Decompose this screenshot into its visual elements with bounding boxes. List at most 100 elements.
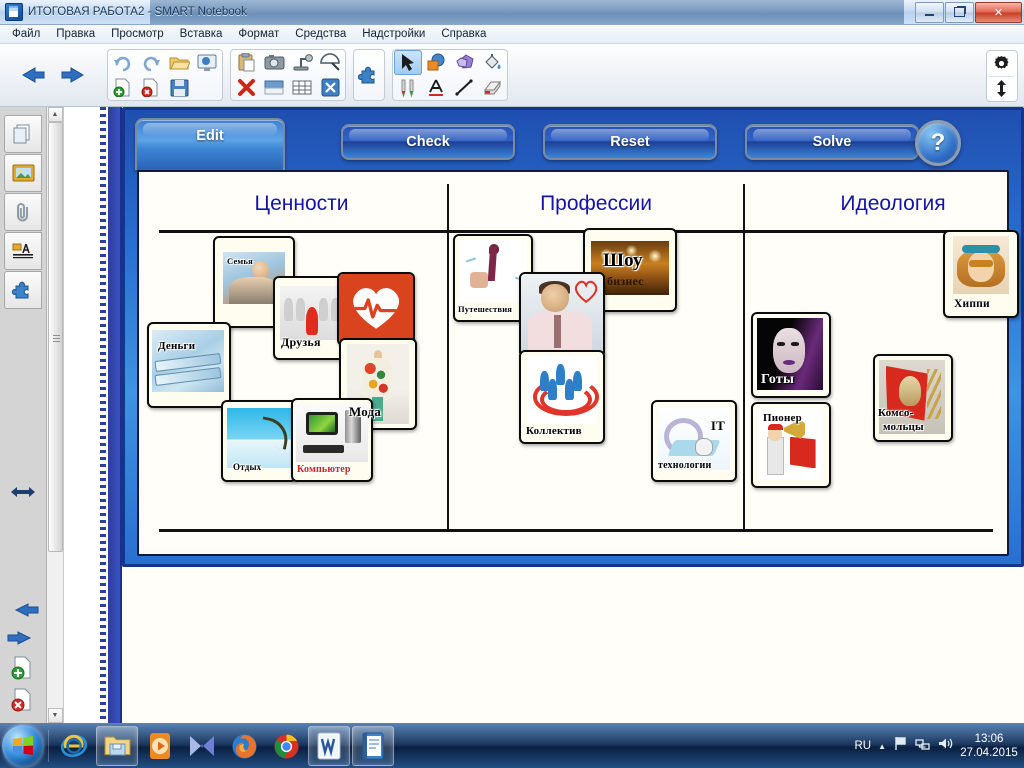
screen-capture-icon[interactable] bbox=[260, 50, 288, 75]
add-page-icon[interactable] bbox=[109, 75, 137, 100]
start-orb-icon[interactable] bbox=[2, 725, 44, 767]
restore-button[interactable] bbox=[945, 1, 974, 23]
document-camera-icon[interactable] bbox=[288, 50, 316, 75]
menu-bar: Файл Правка Просмотр Вставка Формат Сред… bbox=[0, 25, 1024, 44]
redo-icon[interactable] bbox=[137, 50, 165, 75]
tab-reset[interactable]: Reset bbox=[543, 124, 717, 160]
sidebar-previous-page-icon[interactable] bbox=[7, 600, 39, 625]
select-tool-icon[interactable] bbox=[394, 50, 422, 75]
tab-solve-label: Solve bbox=[812, 134, 852, 150]
delete-icon[interactable] bbox=[232, 75, 260, 100]
card-hippie-label: Хиппи bbox=[954, 298, 990, 310]
man-with-phone-photo bbox=[521, 274, 603, 356]
card-komsomol[interactable]: Комсо- мольцы bbox=[873, 354, 953, 442]
menu-edit[interactable]: Правка bbox=[48, 27, 103, 41]
undo-icon[interactable] bbox=[109, 50, 137, 75]
menu-addons[interactable]: Надстройки bbox=[354, 27, 433, 41]
menu-format[interactable]: Формат bbox=[230, 27, 287, 41]
lesson-tab-row: Edit Check Reset Solve ? bbox=[135, 118, 967, 170]
smart-exchange-icon[interactable] bbox=[316, 75, 344, 100]
scroll-down-arrow-icon[interactable]: ▼ bbox=[47, 708, 63, 723]
card-show-business-label-line1: Шоу bbox=[603, 250, 643, 271]
open-file-icon[interactable] bbox=[165, 50, 193, 75]
taskbar-media-player[interactable] bbox=[140, 727, 180, 765]
taskbar-internet-explorer[interactable] bbox=[54, 727, 94, 765]
save-icon[interactable] bbox=[165, 75, 193, 100]
eraser-tool-icon[interactable] bbox=[478, 75, 506, 100]
taskbar-word[interactable] bbox=[308, 726, 350, 766]
language-indicator[interactable]: RU bbox=[854, 740, 871, 752]
action-center-flag-icon[interactable] bbox=[893, 736, 908, 756]
close-button[interactable]: ✕ bbox=[975, 1, 1022, 23]
tab-edit[interactable]: Edit bbox=[135, 118, 285, 170]
page-scrollbar[interactable]: ▲ ▼ bbox=[47, 107, 64, 723]
taskbar-firefox[interactable] bbox=[224, 727, 264, 765]
scroll-up-arrow-icon[interactable]: ▲ bbox=[47, 107, 63, 122]
help-button[interactable]: ? bbox=[915, 120, 961, 166]
lesson-activity-frame: Edit Check Reset Solve ? Ценности Профес… bbox=[122, 107, 1024, 567]
taskbar-movie-maker[interactable] bbox=[182, 727, 222, 765]
column-heading-professions: Профессии bbox=[540, 192, 652, 215]
next-page-arrow-icon[interactable] bbox=[53, 50, 99, 100]
card-team[interactable]: Коллектив bbox=[519, 350, 605, 444]
move-toolbar-updown-icon[interactable] bbox=[987, 77, 1015, 102]
paste-icon[interactable] bbox=[232, 50, 260, 75]
measurement-tools-icon[interactable] bbox=[316, 50, 344, 75]
scrollbar-track[interactable] bbox=[47, 122, 63, 708]
card-pioneer[interactable]: Пионер bbox=[751, 402, 831, 488]
sidebar-item-add-ons[interactable] bbox=[4, 271, 42, 309]
network-icon[interactable] bbox=[915, 736, 930, 756]
sidebar-item-page-sorter[interactable] bbox=[4, 115, 42, 153]
sidebar-item-attachments[interactable] bbox=[4, 193, 42, 231]
menu-tools[interactable]: Средства bbox=[287, 27, 354, 41]
shapes-tool-icon[interactable] bbox=[422, 50, 450, 75]
card-travel-label: Путешествия bbox=[458, 304, 513, 314]
card-money[interactable]: Деньги bbox=[147, 322, 231, 408]
taskbar-windows-explorer[interactable] bbox=[96, 726, 138, 766]
previous-page-arrow-icon[interactable] bbox=[7, 50, 53, 100]
card-health[interactable] bbox=[337, 272, 415, 346]
customize-toolbar-gear-icon[interactable] bbox=[987, 51, 1015, 77]
tab-solve[interactable]: Solve bbox=[745, 124, 919, 160]
table-icon[interactable] bbox=[288, 75, 316, 100]
fill-tool-icon[interactable] bbox=[478, 50, 506, 75]
lesson-page[interactable]: Edit Check Reset Solve ? Ценности Профес… bbox=[120, 107, 1024, 723]
show-hide-screen-shade-icon[interactable] bbox=[260, 75, 288, 100]
menu-help[interactable]: Справка bbox=[433, 27, 494, 41]
card-komsomol-label-line2: мольцы bbox=[883, 421, 924, 433]
menu-file[interactable]: Файл bbox=[4, 27, 48, 41]
title-bar: ИТОГОВАЯ РАБОТА2 - SMART Notebook ✕ bbox=[0, 0, 1024, 25]
text-tool-icon[interactable] bbox=[422, 75, 450, 100]
menu-view[interactable]: Просмотр bbox=[103, 27, 172, 41]
volume-icon[interactable] bbox=[937, 736, 953, 756]
card-goth[interactable]: Готы bbox=[751, 312, 831, 398]
minimize-button[interactable] bbox=[915, 1, 944, 23]
activity-stage[interactable]: Ценности Профессии Идеология Семья Друзь… bbox=[137, 170, 1019, 556]
card-leisure[interactable]: Отдых bbox=[221, 400, 297, 482]
taskbar-smart-notebook[interactable] bbox=[352, 726, 394, 766]
taskbar-chrome[interactable] bbox=[266, 727, 306, 765]
screen-shade-icon[interactable] bbox=[193, 50, 221, 75]
delete-page-icon[interactable] bbox=[137, 75, 165, 100]
menu-insert[interactable]: Вставка bbox=[172, 27, 231, 41]
card-fashion[interactable]: Мода bbox=[339, 338, 417, 430]
pens-tool-icon[interactable] bbox=[394, 75, 422, 100]
scrollbar-thumb[interactable] bbox=[47, 122, 63, 552]
horizontal-resize-icon[interactable] bbox=[10, 485, 36, 503]
sidebar-delete-page-icon[interactable] bbox=[10, 688, 36, 717]
card-hippie[interactable]: Хиппи bbox=[943, 230, 1019, 318]
regular-polygons-tool-icon[interactable] bbox=[450, 50, 478, 75]
card-it[interactable]: IT технологии bbox=[651, 400, 737, 482]
sidebar-add-page-icon[interactable] bbox=[10, 656, 36, 685]
show-hidden-icons-icon[interactable]: ▲ bbox=[878, 742, 886, 751]
tab-check[interactable]: Check bbox=[341, 124, 515, 160]
add-ons-puzzle-icon[interactable] bbox=[355, 63, 383, 87]
lines-tool-icon[interactable] bbox=[450, 75, 478, 100]
full-screen-icon[interactable] bbox=[193, 75, 221, 100]
taskbar-clock[interactable]: 13:06 27.04.2015 bbox=[960, 732, 1018, 761]
notebook-canvas[interactable]: Edit Check Reset Solve ? Ценности Профес… bbox=[64, 107, 1024, 723]
sidebar-item-properties[interactable] bbox=[4, 232, 42, 270]
sidebar-next-page-icon[interactable] bbox=[7, 628, 39, 653]
card-communication[interactable] bbox=[519, 272, 605, 358]
sidebar-item-gallery[interactable] bbox=[4, 154, 42, 192]
